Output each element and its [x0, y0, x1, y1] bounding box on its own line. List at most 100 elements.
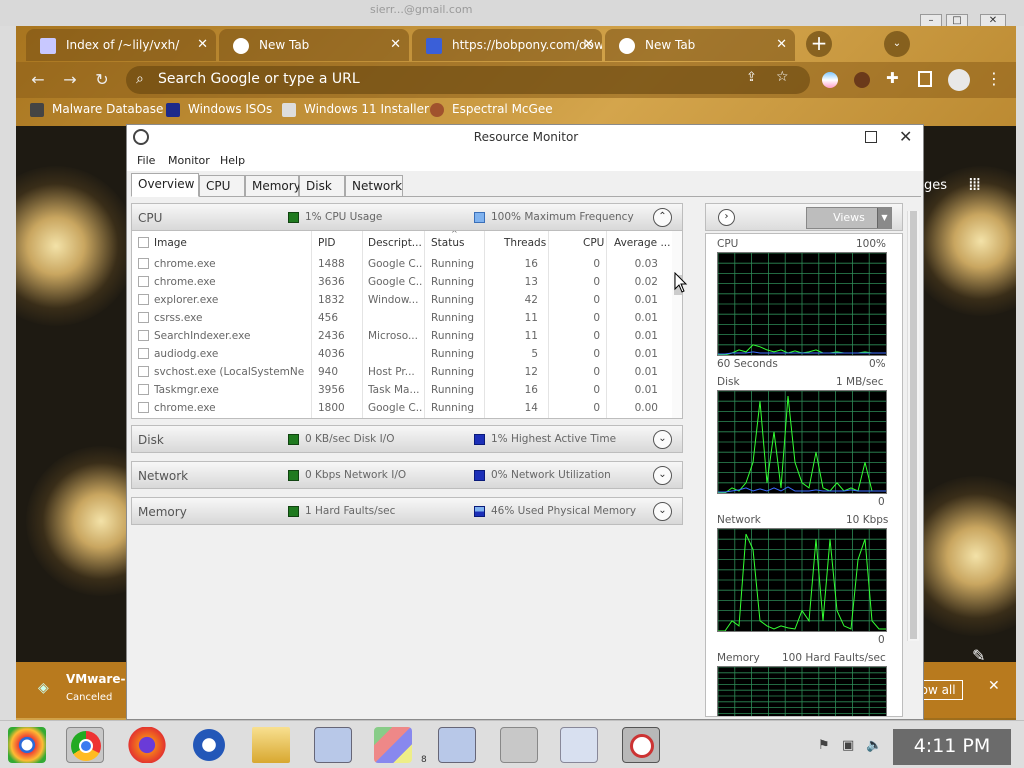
- resource-monitor-taskbar-icon[interactable]: [622, 727, 660, 763]
- column-header-pid[interactable]: PID: [318, 237, 336, 249]
- programs-taskbar-icon[interactable]: [374, 727, 412, 763]
- memory-section-header[interactable]: Memory 1 Hard Faults/sec 46% Used Physic…: [131, 497, 683, 525]
- address-bar[interactable]: ⌕ Search Google or type a URL ⇪ ☆: [126, 66, 810, 94]
- network-graph: [717, 528, 887, 632]
- close-icon[interactable]: ✕: [390, 37, 401, 52]
- row-checkbox[interactable]: [138, 330, 149, 341]
- row-checkbox[interactable]: [138, 312, 149, 323]
- chrome-taskbar-icon[interactable]: [66, 727, 104, 763]
- start-button-icon[interactable]: [8, 727, 46, 763]
- row-checkbox[interactable]: [138, 366, 149, 377]
- network-section-header[interactable]: Network 0 Kbps Network I/O 0% Network Ut…: [131, 461, 683, 489]
- chevron-down-icon[interactable]: ⌄: [653, 466, 672, 485]
- close-icon[interactable]: ✕: [583, 37, 594, 52]
- cell-desc: Host Pr...: [368, 366, 415, 378]
- row-checkbox[interactable]: [138, 384, 149, 395]
- computer-taskbar-icon[interactable]: [314, 727, 352, 763]
- cell-pid: 3956: [318, 384, 345, 396]
- row-checkbox[interactable]: [138, 402, 149, 413]
- side-panel-icon[interactable]: [918, 71, 932, 87]
- file-explorer-taskbar-icon[interactable]: [252, 727, 290, 763]
- tab-disk[interactable]: Disk: [299, 175, 345, 197]
- column-header-description[interactable]: Descript...: [368, 237, 422, 249]
- forward-button[interactable]: →: [58, 68, 82, 92]
- column-header-image[interactable]: Image: [154, 237, 187, 249]
- table-row[interactable]: chrome.exe 1800 Google C... Running 14 0 0.00: [132, 399, 670, 417]
- close-download-bar-icon[interactable]: ✕: [988, 678, 1000, 694]
- reload-button[interactable]: ↻: [90, 68, 114, 92]
- tab-cpu[interactable]: CPU: [199, 175, 245, 197]
- bookmark-windows-isos[interactable]: Windows ISOs: [166, 102, 272, 117]
- extension-avatar-icon[interactable]: [854, 72, 870, 88]
- obama-logo-taskbar-icon[interactable]: [190, 727, 228, 763]
- select-all-checkbox[interactable]: [138, 237, 149, 248]
- table-row[interactable]: Taskmgr.exe 3956 Task Ma... Running 16 0 0.01: [132, 381, 670, 399]
- menu-help[interactable]: Help: [220, 154, 245, 167]
- column-header-threads[interactable]: Threads: [504, 237, 546, 249]
- bookmark-windows-11-installer[interactable]: Windows 11 Installer: [282, 102, 429, 117]
- network-tray-icon[interactable]: ▣: [842, 738, 854, 753]
- menu-file[interactable]: File: [137, 154, 155, 167]
- column-header-status[interactable]: Status: [431, 237, 464, 249]
- images-link[interactable]: ges: [924, 178, 947, 193]
- row-checkbox[interactable]: [138, 294, 149, 305]
- profile-avatar-icon[interactable]: [948, 69, 970, 91]
- cell-desc: Google C...: [368, 402, 422, 414]
- disk-section-header[interactable]: Disk 0 KB/sec Disk I/O 1% Highest Active…: [131, 425, 683, 453]
- menu-monitor[interactable]: Monitor: [168, 154, 210, 167]
- column-header-cpu[interactable]: CPU: [583, 237, 604, 249]
- device-manager-taskbar-icon[interactable]: [500, 727, 538, 763]
- tab-overview[interactable]: Overview: [131, 173, 199, 197]
- bookmark-star-icon[interactable]: ☆: [776, 69, 789, 85]
- hard-faults-swatch: [288, 506, 299, 517]
- network-computer-taskbar-icon[interactable]: [438, 727, 476, 763]
- tab-network[interactable]: Network: [345, 175, 403, 197]
- bookmark-malware-database[interactable]: Malware Database: [30, 102, 163, 117]
- performance-monitor-taskbar-icon[interactable]: [560, 727, 598, 763]
- table-row[interactable]: chrome.exe 1488 Google C... Running 16 0 0.03: [132, 255, 670, 273]
- tab-memory[interactable]: Memory: [245, 175, 301, 197]
- collapse-arrow-icon[interactable]: ›: [718, 209, 735, 226]
- chevron-down-icon[interactable]: ⌄: [653, 430, 672, 449]
- section-title: Disk: [138, 433, 164, 447]
- flag-tray-icon[interactable]: ⚑: [818, 738, 830, 753]
- table-row[interactable]: svchost.exe (LocalSystemNetw... 940 Host P…: [132, 363, 670, 381]
- tab-new-tab-1[interactable]: New Tab ✕: [219, 29, 409, 61]
- new-tab-button[interactable]: +: [806, 31, 832, 57]
- extensions-puzzle-icon[interactable]: ✚: [886, 69, 899, 87]
- table-row[interactable]: csrss.exe 456 Running 11 0 0.01: [132, 309, 670, 327]
- bookmark-espectral-mcgee[interactable]: Espectral McGee: [430, 102, 553, 117]
- volume-tray-icon[interactable]: 🔈: [866, 738, 882, 753]
- table-row[interactable]: chrome.exe 3636 Google C... Running 13 0 0.02: [132, 273, 670, 291]
- row-checkbox[interactable]: [138, 258, 149, 269]
- table-row[interactable]: explorer.exe 1832 Window... Running 42 0 0.01: [132, 291, 670, 309]
- taskbar-clock[interactable]: 4:11 PM: [893, 729, 1011, 765]
- back-button[interactable]: ←: [26, 68, 50, 92]
- table-row[interactable]: audiodg.exe 4036 Running 5 0 0.01: [132, 345, 670, 363]
- tab-bobpony[interactable]: https://bobpony.com/dow ✕: [412, 29, 602, 61]
- firefox-taskbar-icon[interactable]: [128, 727, 166, 763]
- close-icon[interactable]: ✕: [776, 37, 787, 52]
- close-icon[interactable]: ✕: [197, 37, 208, 52]
- extension-flag-icon[interactable]: [822, 72, 838, 88]
- row-checkbox[interactable]: [138, 276, 149, 287]
- row-checkbox[interactable]: [138, 348, 149, 359]
- maximize-button[interactable]: [865, 131, 877, 143]
- tab-search-button[interactable]: ⌄: [884, 31, 910, 57]
- tab-index-of-lily[interactable]: Index of /~lily/vxh/ ✕: [26, 29, 216, 61]
- menu-kebab-icon[interactable]: ⋮: [986, 69, 1002, 88]
- chevron-up-icon[interactable]: ⌃: [653, 208, 672, 227]
- chevron-down-icon[interactable]: ⌄: [653, 502, 672, 521]
- table-scrollbar[interactable]: [672, 231, 682, 418]
- table-row[interactable]: SearchIndexer.exe 2436 Microso... Running 11…: [132, 327, 670, 345]
- column-header-average-cpu[interactable]: Average ...: [614, 237, 670, 249]
- cpu-section-header[interactable]: CPU 1% CPU Usage 100% Maximum Frequency …: [131, 203, 683, 231]
- graph-pane-scrollbar-thumb[interactable]: [910, 211, 917, 639]
- cell-cpu: 0: [593, 276, 600, 288]
- tab-new-tab-2[interactable]: New Tab ✕: [605, 29, 795, 61]
- views-dropdown[interactable]: Views ▼: [806, 207, 892, 229]
- close-button[interactable]: ✕: [899, 127, 912, 146]
- apps-grid-icon[interactable]: ⁞⁞⁞: [968, 174, 981, 195]
- chevron-down-icon[interactable]: ▼: [877, 208, 891, 228]
- share-icon[interactable]: ⇪: [746, 70, 757, 85]
